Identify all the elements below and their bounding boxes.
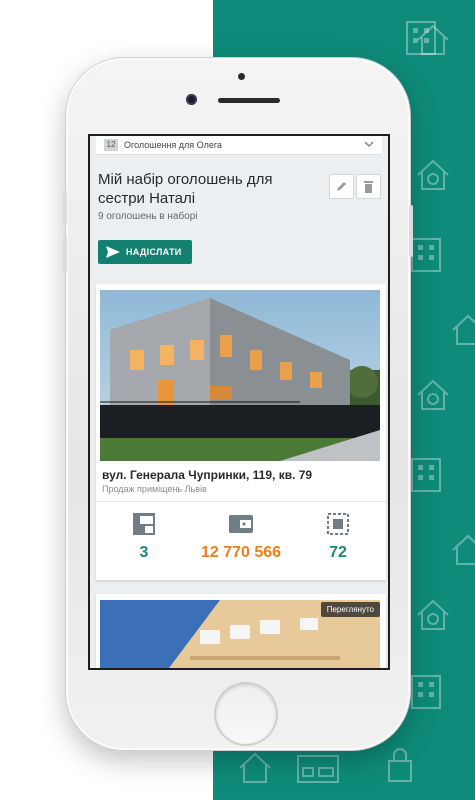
house-icon [452, 314, 475, 345]
house-search-icon [417, 599, 449, 630]
house-search-icon [417, 159, 449, 190]
house-search-icon [417, 379, 449, 410]
sensor-dot [238, 73, 245, 80]
price-stat: 12 770 566 [196, 512, 286, 562]
volume-button [63, 190, 67, 226]
building-icon [411, 458, 441, 492]
house-icon [239, 752, 271, 783]
area-value: 72 [329, 544, 347, 561]
lock-icon [388, 748, 412, 782]
volume-button [63, 236, 67, 272]
power-button [409, 205, 413, 257]
listing-photo[interactable] [100, 290, 380, 461]
send-icon [106, 246, 120, 258]
listing-card[interactable]: Переглянуто [96, 594, 386, 668]
wallet-icon [229, 515, 253, 533]
send-button-label: НАДІСЛАТИ [126, 247, 182, 257]
chevron-down-icon[interactable] [364, 139, 374, 149]
app-screen: 12 Оголошення для Олега Мій набір оголош… [88, 134, 390, 670]
send-button[interactable]: НАДІСЛАТИ [98, 240, 192, 264]
price-value: 12 770 566 [200, 544, 282, 561]
divider [96, 501, 386, 502]
storefront-icon [297, 755, 339, 783]
listing-card[interactable]: вул. Генерала Чупринки, 119, кв. 79 Прод… [96, 284, 386, 580]
area-stat: 72 [293, 512, 383, 562]
earpiece-speaker [218, 98, 280, 103]
listing-address[interactable]: вул. Генерала Чупринки, 119, кв. 79 [102, 468, 312, 482]
collection-name: Оголошення для Олега [124, 140, 222, 150]
pencil-icon [337, 182, 346, 191]
building-icon [406, 21, 436, 55]
home-button[interactable] [216, 684, 276, 744]
listing-count: 9 оголошень в наборі [98, 211, 198, 222]
trash-icon [364, 181, 373, 193]
building-icon [411, 238, 441, 272]
listing-category: Продаж приміщень Львів [102, 484, 207, 494]
delete-button[interactable] [356, 174, 381, 199]
house-icon [452, 534, 475, 565]
floor-plan-icon [133, 513, 155, 535]
front-camera [186, 94, 197, 105]
collection-selector[interactable]: 12 Оголошення для Олега [96, 136, 382, 155]
page-title: Мій набір оголошень для сестри Наталі [98, 171, 273, 207]
rooms-stat: 3 [99, 512, 189, 562]
edit-button[interactable] [329, 174, 354, 199]
area-icon [327, 513, 349, 535]
rooms-value: 3 [139, 544, 149, 561]
building-icon [411, 675, 441, 709]
viewed-badge: Переглянуто [320, 602, 380, 617]
count-badge: 12 [104, 139, 118, 151]
